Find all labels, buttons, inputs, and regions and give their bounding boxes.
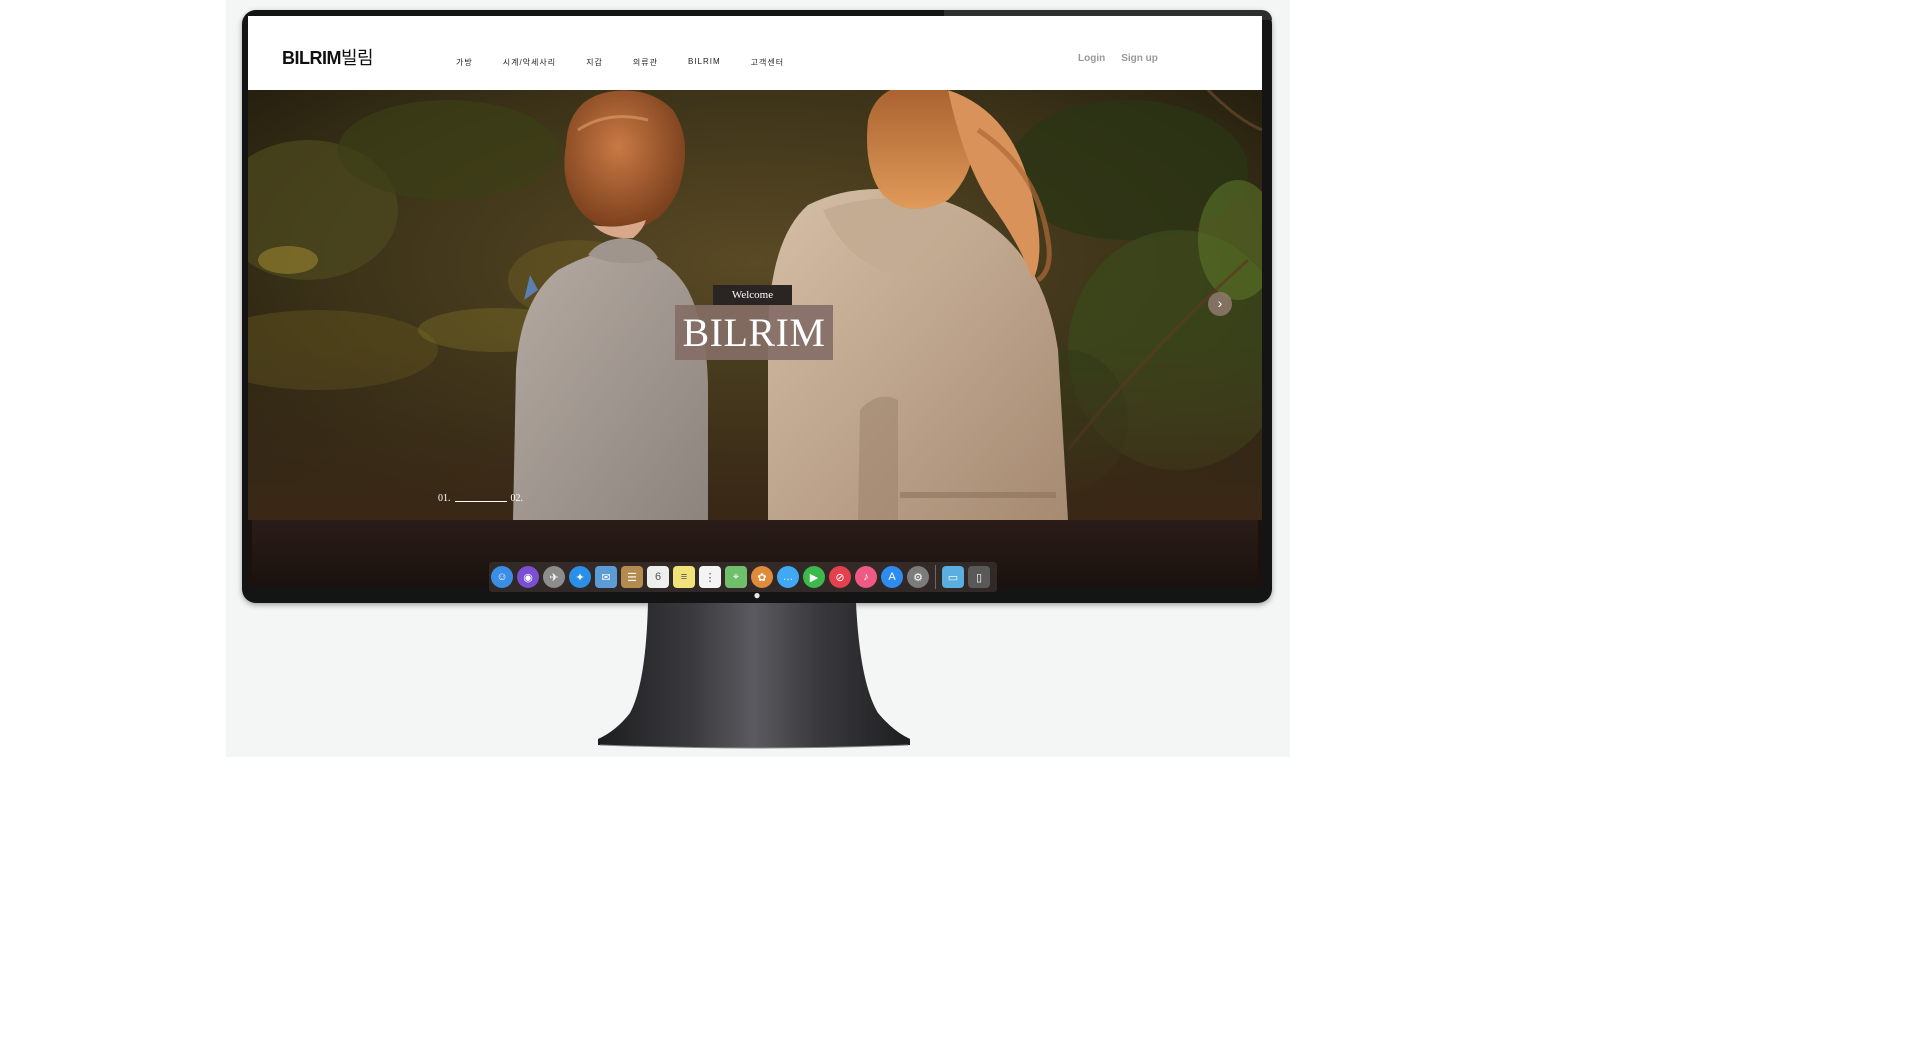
news-icon[interactable]: ⊘ — [829, 566, 851, 588]
imac-monitor: BILRIM빌림 가방 시계/악세사리 지갑 의류관 BILRIM 고객센터 L… — [242, 10, 1272, 603]
nav-item-bags[interactable]: 가방 — [456, 57, 473, 68]
hero-slider: Welcome BILRIM › 01. 02. — [248, 90, 1262, 520]
logo-korean: 빌림 — [341, 48, 374, 68]
nav-item-wallets[interactable]: 지갑 — [586, 57, 603, 68]
apple-logo-icon: ● — [753, 588, 761, 602]
system-preferences-icon[interactable]: ⚙ — [907, 566, 929, 588]
photos-icon[interactable]: ✿ — [751, 566, 773, 588]
login-link[interactable]: Login — [1078, 53, 1105, 64]
monitor-stand — [598, 603, 910, 749]
finder-icon[interactable]: ☺ — [491, 566, 513, 588]
pager-progress-line — [454, 501, 507, 502]
contacts-icon[interactable]: ☰ — [621, 566, 643, 588]
launchpad-icon[interactable]: ✈ — [543, 566, 565, 588]
reminders-icon[interactable]: ⋮ — [699, 566, 721, 588]
slide-pager: 01. 02. — [438, 493, 523, 504]
dock-separator — [935, 565, 936, 589]
facetime-icon[interactable]: ▶ — [803, 566, 825, 588]
macos-dock: ☺ ◉ ✈ ✦ ✉ ☰ 6 ≡ ⋮ ⌖ ✿… ▶ ⊘ ♪ A ⚙ ▭ ▯ — [489, 562, 997, 592]
app-store-icon[interactable]: A — [881, 566, 903, 588]
safari-icon[interactable]: ✦ — [569, 566, 591, 588]
nav-item-customer-center[interactable]: 고객센터 — [751, 57, 784, 68]
next-slide-button[interactable]: › — [1208, 292, 1232, 316]
trash-icon[interactable]: ▯ — [968, 566, 990, 588]
nav-item-watches-accessories[interactable]: 시계/악세사리 — [503, 57, 556, 68]
calendar-icon[interactable]: 6 — [647, 566, 669, 588]
pager-slide-2[interactable]: 02. — [511, 493, 524, 504]
logo-latin: BILRIM — [282, 48, 342, 68]
siri-icon[interactable]: ◉ — [517, 566, 539, 588]
mail-icon[interactable]: ✉ — [595, 566, 617, 588]
monitor-screen: BILRIM빌림 가방 시계/악세사리 지갑 의류관 BILRIM 고객센터 L… — [248, 16, 1262, 586]
auth-links: Login Sign up — [1078, 53, 1174, 64]
nav-item-bilrim[interactable]: BILRIM — [688, 57, 721, 68]
messages-icon[interactable]: … — [777, 566, 799, 588]
site-logo[interactable]: BILRIM빌림 — [282, 44, 374, 70]
nav-item-clothing[interactable]: 의류관 — [633, 57, 658, 68]
maps-icon[interactable]: ⌖ — [725, 566, 747, 588]
notes-icon[interactable]: ≡ — [673, 566, 695, 588]
signup-link[interactable]: Sign up — [1121, 53, 1158, 64]
pager-slide-1[interactable]: 01. — [438, 493, 451, 504]
downloads-folder-icon[interactable]: ▭ — [942, 566, 964, 588]
hero-title: BILRIM — [675, 305, 833, 360]
welcome-label: Welcome — [713, 285, 792, 305]
site-header: BILRIM빌림 가방 시계/악세사리 지갑 의류관 BILRIM 고객센터 L… — [248, 16, 1262, 90]
main-nav: 가방 시계/악세사리 지갑 의류관 BILRIM 고객센터 — [456, 57, 814, 68]
music-icon[interactable]: ♪ — [855, 566, 877, 588]
